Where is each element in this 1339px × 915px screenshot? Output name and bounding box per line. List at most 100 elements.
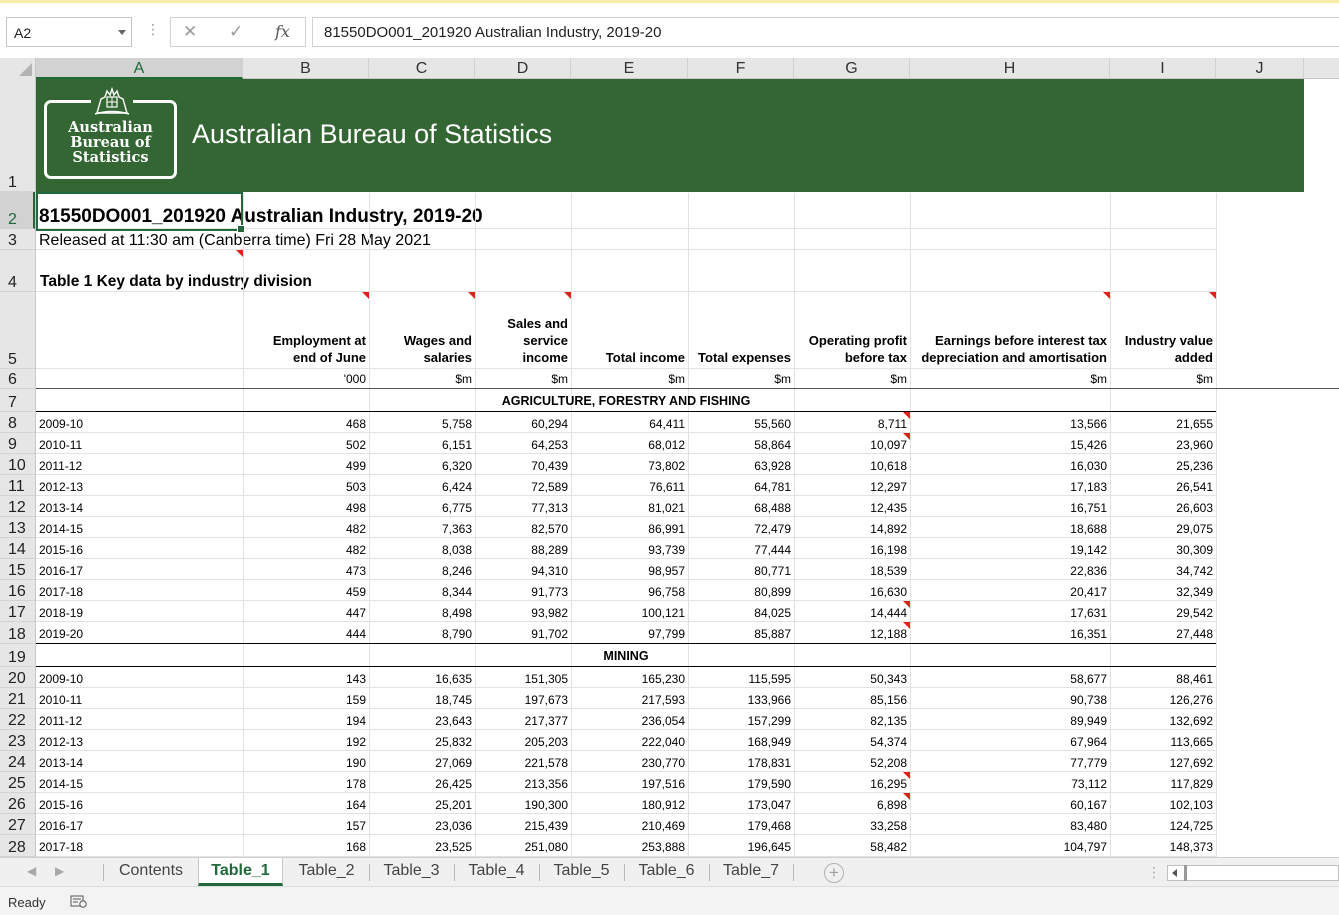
data-cell[interactable]: 89,949 <box>910 714 1107 728</box>
row-header-18[interactable]: 18 <box>0 622 35 644</box>
data-cell[interactable]: 22,836 <box>910 564 1107 578</box>
data-cell[interactable]: 73,112 <box>910 777 1107 791</box>
data-cell[interactable]: 498 <box>243 501 366 515</box>
data-cell[interactable]: 8,790 <box>369 627 472 641</box>
data-cell[interactable]: 26,425 <box>369 777 472 791</box>
column-header-j[interactable]: J <box>1216 58 1304 79</box>
data-cell[interactable]: 236,054 <box>571 714 685 728</box>
data-cell[interactable]: 97,799 <box>571 627 685 641</box>
data-cell[interactable]: 6,151 <box>369 438 472 452</box>
data-cell[interactable]: 482 <box>243 522 366 536</box>
column-header-h[interactable]: H <box>910 58 1110 79</box>
data-cell[interactable]: 82,135 <box>794 714 907 728</box>
data-cell[interactable]: 81,021 <box>571 501 685 515</box>
data-cell[interactable]: 178 <box>243 777 366 791</box>
column-header-f[interactable]: F <box>688 58 794 79</box>
data-cell[interactable]: 84,025 <box>688 606 791 620</box>
row-header-8[interactable]: 8 <box>0 412 35 433</box>
data-cell[interactable]: 5,758 <box>369 417 472 431</box>
data-cell[interactable]: 14,892 <box>794 522 907 536</box>
data-cell[interactable]: 230,770 <box>571 756 685 770</box>
row-header-15[interactable]: 15 <box>0 559 35 580</box>
row-header-2[interactable]: 2 <box>0 192 35 229</box>
row-header-17[interactable]: 17 <box>0 601 35 622</box>
data-cell[interactable]: 190,300 <box>475 798 568 812</box>
year-label[interactable]: 2011-12 <box>39 714 82 728</box>
comment-indicator[interactable] <box>1209 292 1216 299</box>
data-cell[interactable]: 29,542 <box>1110 606 1213 620</box>
data-cell[interactable]: 8,038 <box>369 543 472 557</box>
data-cell[interactable]: 91,773 <box>475 585 568 599</box>
data-cell[interactable]: 10,097 <box>794 438 907 452</box>
data-cell[interactable]: 192 <box>243 735 366 749</box>
data-cell[interactable]: 159 <box>243 693 366 707</box>
data-cell[interactable]: 444 <box>243 627 366 641</box>
year-label[interactable]: 2016-17 <box>39 564 83 578</box>
data-cell[interactable]: 179,468 <box>688 819 791 833</box>
data-cell[interactable]: 213,356 <box>475 777 568 791</box>
year-label[interactable]: 2010-11 <box>39 693 82 707</box>
data-cell[interactable]: 253,888 <box>571 840 685 854</box>
data-cell[interactable]: 16,351 <box>910 627 1107 641</box>
data-cell[interactable]: 482 <box>243 543 366 557</box>
select-all-corner[interactable] <box>0 58 36 79</box>
comment-indicator[interactable] <box>903 622 910 629</box>
data-cell[interactable]: 21,655 <box>1110 417 1213 431</box>
data-cell[interactable]: 17,183 <box>910 480 1107 494</box>
data-cell[interactable]: 18,539 <box>794 564 907 578</box>
sheet-tab-table-6[interactable]: Table_6 <box>624 858 709 886</box>
row-header-10[interactable]: 10 <box>0 454 35 475</box>
data-cell[interactable]: 18,745 <box>369 693 472 707</box>
year-label[interactable]: 2015-16 <box>39 543 83 557</box>
chevron-down-icon[interactable] <box>118 30 126 35</box>
data-cell[interactable]: 210,469 <box>571 819 685 833</box>
column-header-c[interactable]: C <box>369 58 475 79</box>
row-header-20[interactable]: 20 <box>0 667 35 688</box>
data-cell[interactable]: 132,692 <box>1110 714 1213 728</box>
row-header-23[interactable]: 23 <box>0 730 35 751</box>
data-cell[interactable]: 19,142 <box>910 543 1107 557</box>
comment-indicator[interactable] <box>903 793 910 800</box>
data-cell[interactable]: 63,928 <box>688 459 791 473</box>
row-header-13[interactable]: 13 <box>0 517 35 538</box>
data-cell[interactable]: 72,479 <box>688 522 791 536</box>
accessibility-icon[interactable] <box>70 895 88 909</box>
name-box[interactable]: A2 <box>6 17 132 47</box>
data-cell[interactable]: 16,751 <box>910 501 1107 515</box>
data-cell[interactable]: 115,595 <box>688 672 792 686</box>
data-cell[interactable]: 25,201 <box>369 798 472 812</box>
data-cell[interactable]: 473 <box>243 564 366 578</box>
data-cell[interactable]: 17,631 <box>910 606 1107 620</box>
comment-indicator[interactable] <box>903 433 910 440</box>
sheet-tab-contents[interactable]: Contents <box>104 858 198 886</box>
row-header-7[interactable]: 7 <box>0 389 35 412</box>
data-cell[interactable]: 83,480 <box>910 819 1107 833</box>
sheet-tab-table-1[interactable]: Table_1 <box>198 858 283 886</box>
data-cell[interactable]: 148,373 <box>1110 840 1213 854</box>
row-header-16[interactable]: 16 <box>0 580 35 601</box>
data-cell[interactable]: 64,781 <box>688 480 791 494</box>
column-header-i[interactable]: I <box>1110 58 1216 79</box>
data-cell[interactable]: 23,960 <box>1110 438 1213 452</box>
data-cell[interactable]: 151,305 <box>475 672 568 686</box>
data-cell[interactable]: 67,964 <box>910 735 1107 749</box>
year-label[interactable]: 2013-14 <box>39 501 83 515</box>
year-label[interactable]: 2016-17 <box>39 819 83 833</box>
data-cell[interactable]: 94,310 <box>475 564 568 578</box>
data-cell[interactable]: 194 <box>243 714 366 728</box>
data-cell[interactable]: 18,688 <box>910 522 1107 536</box>
data-cell[interactable]: 77,313 <box>475 501 568 515</box>
add-sheet-icon[interactable]: + <box>824 863 844 883</box>
data-cell[interactable]: 88,289 <box>475 543 568 557</box>
data-cell[interactable]: 58,677 <box>910 672 1107 686</box>
data-cell[interactable]: 157 <box>243 819 366 833</box>
year-label[interactable]: 2018-19 <box>39 606 83 620</box>
data-cell[interactable]: 468 <box>243 417 366 431</box>
data-cell[interactable]: 30,309 <box>1110 543 1213 557</box>
data-cell[interactable]: 499 <box>243 459 366 473</box>
data-cell[interactable]: 58,864 <box>688 438 791 452</box>
data-cell[interactable]: 20,417 <box>910 585 1107 599</box>
sheet-tab-table-3[interactable]: Table_3 <box>369 858 454 886</box>
sheet-tab-table-2[interactable]: Table_2 <box>284 858 369 886</box>
data-cell[interactable]: 16,295 <box>794 777 907 791</box>
